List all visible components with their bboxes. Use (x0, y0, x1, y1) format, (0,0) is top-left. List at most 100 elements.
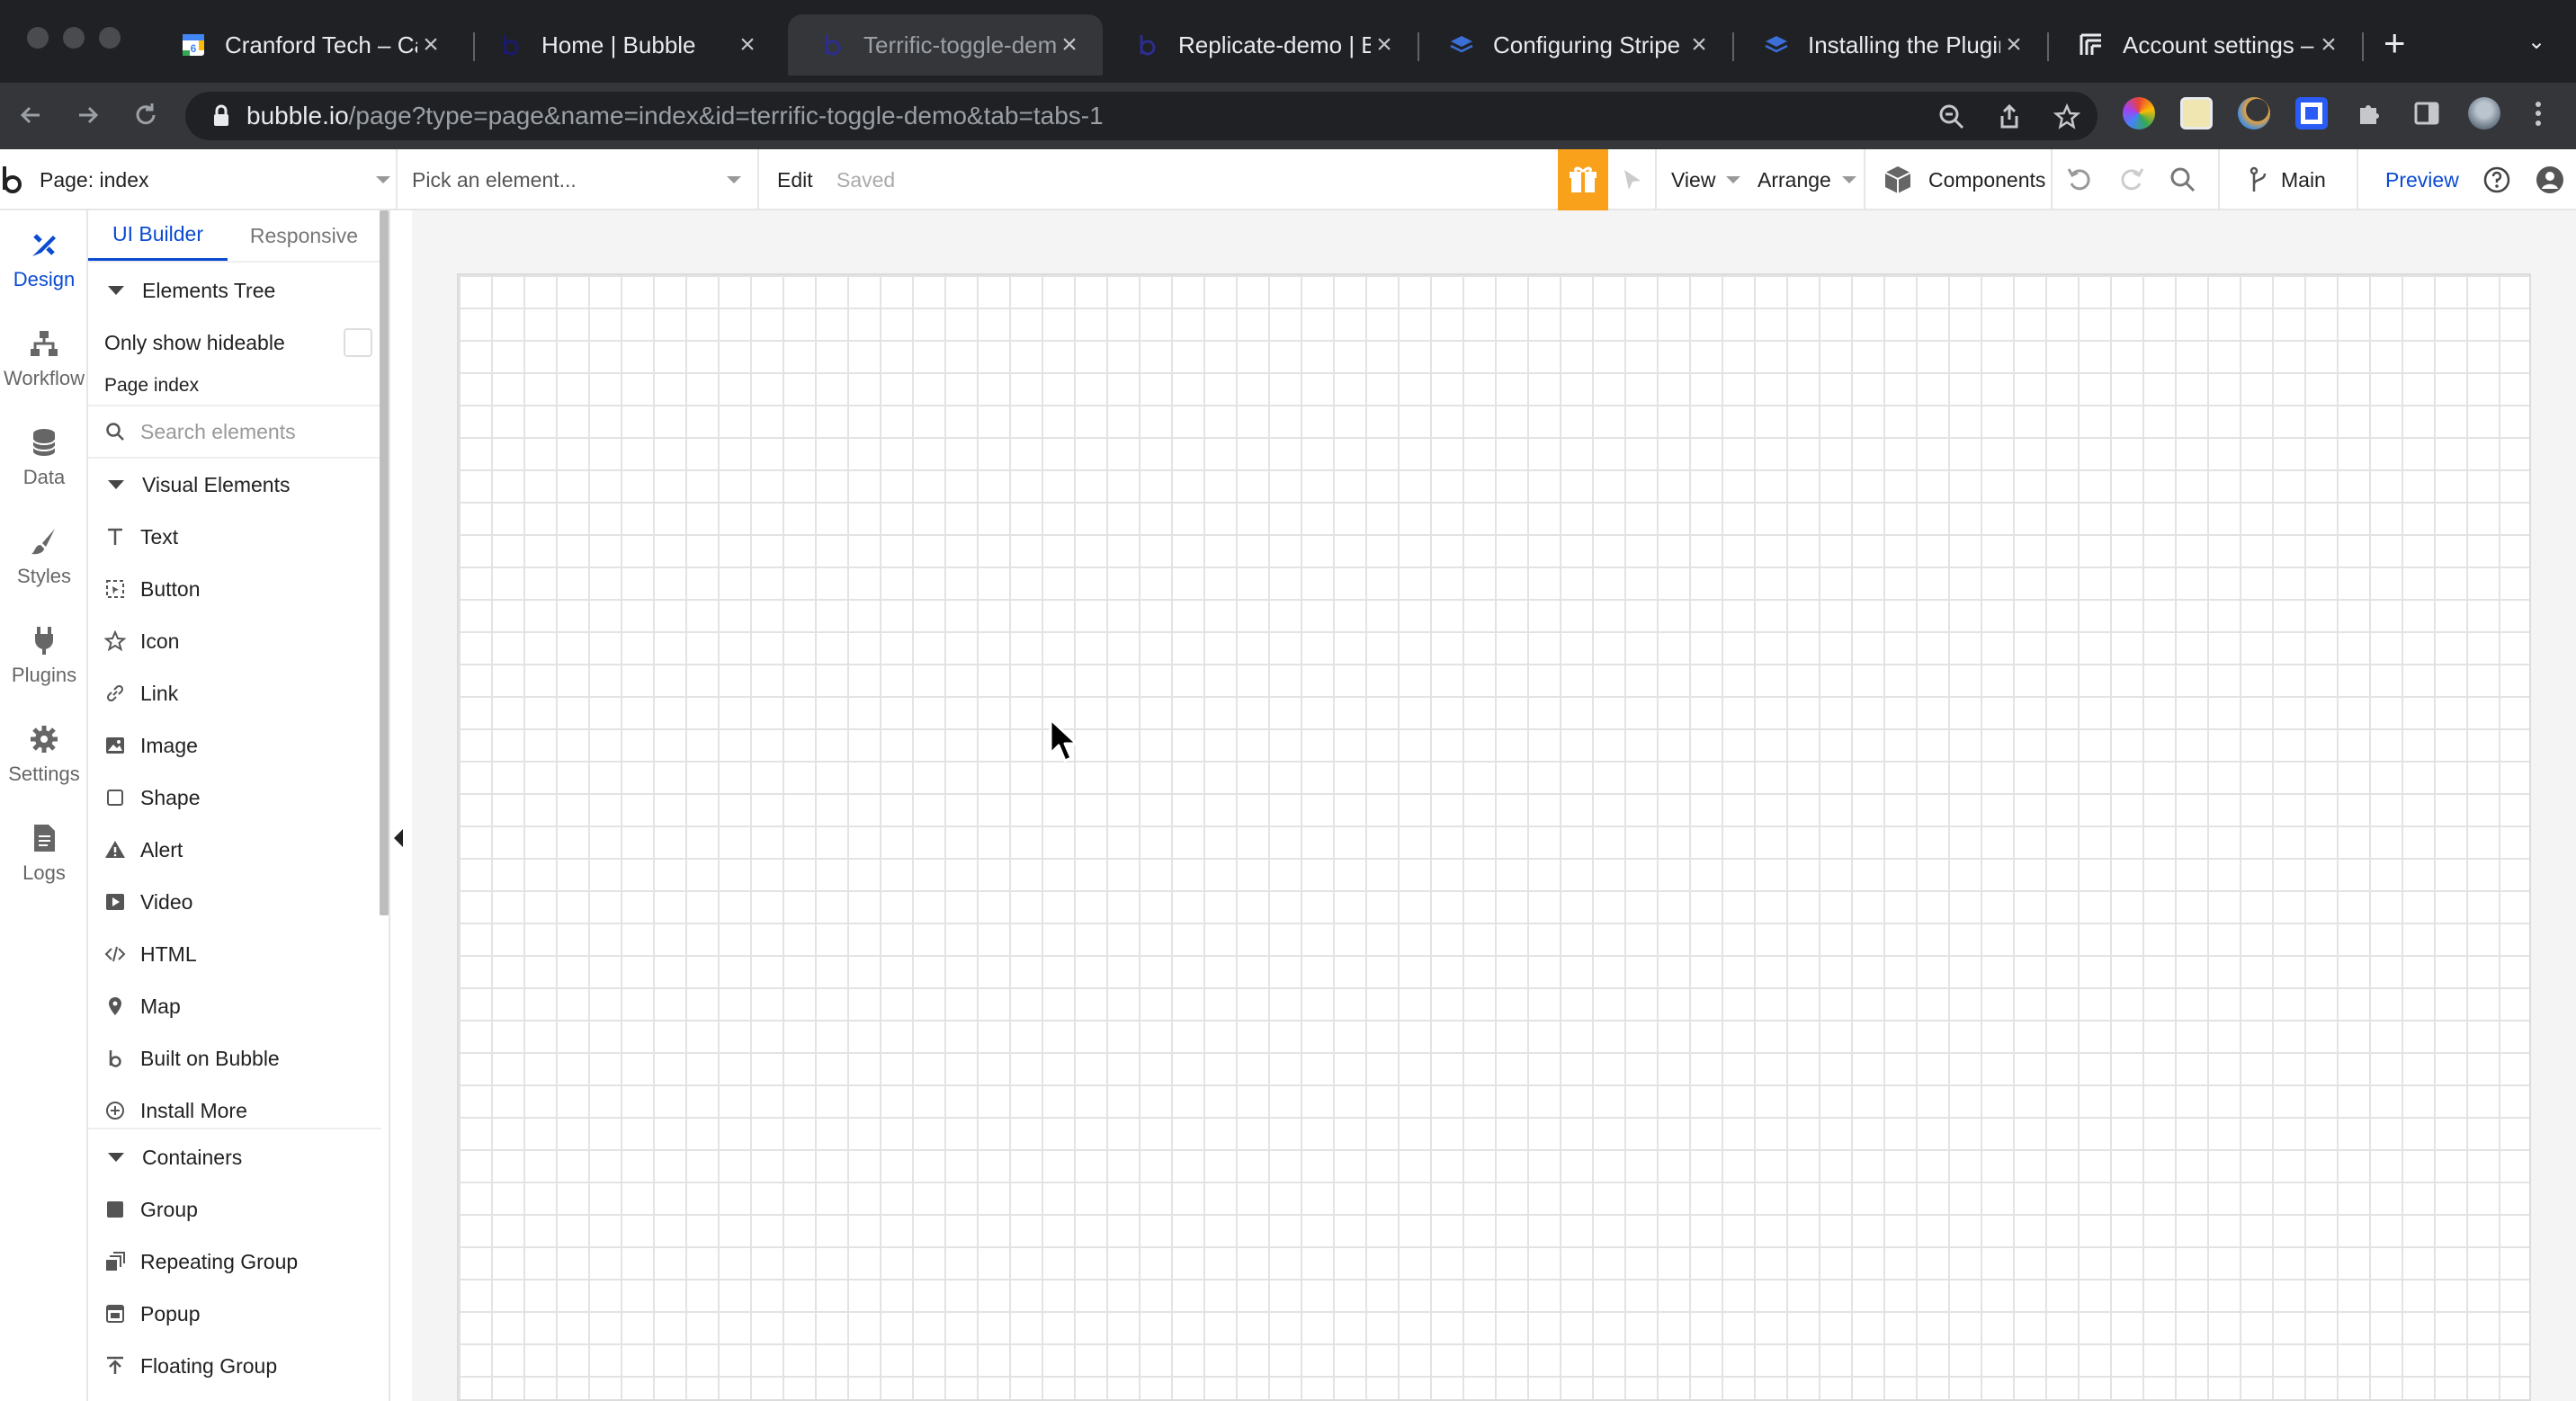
redo-button[interactable] (2117, 149, 2146, 210)
bubble-logo-icon[interactable] (0, 149, 27, 210)
gift-icon (1570, 166, 1597, 192)
tab-responsive[interactable]: Responsive (232, 210, 376, 261)
page-tree-label: Page index (104, 375, 200, 396)
search-button[interactable] (2169, 149, 2196, 210)
containers-section[interactable]: Containers (88, 1131, 381, 1183)
zoom-icon[interactable] (1936, 101, 1968, 133)
element-map[interactable]: Map (88, 980, 381, 1032)
new-tab-button[interactable]: + (2384, 22, 2406, 65)
rail-settings[interactable]: Settings (0, 705, 88, 804)
window-minimize-button[interactable] (63, 27, 85, 49)
element-built-on-bubble[interactable]: Built on Bubble (88, 1032, 381, 1084)
preview-button[interactable]: Preview (2385, 149, 2459, 210)
page-tree-item[interactable]: Page index (88, 365, 381, 406)
side-panel-icon[interactable] (2411, 97, 2443, 129)
components-label: Components (1928, 167, 2046, 192)
element-picker-dropdown[interactable]: Pick an element... (412, 149, 741, 210)
account-icon[interactable] (2535, 149, 2565, 210)
rail-label: Plugins (11, 664, 77, 686)
puzzle-extensions-icon[interactable] (2353, 97, 2385, 129)
bookmark-star-icon[interactable] (2051, 101, 2083, 133)
database-icon (28, 426, 60, 459)
pointer-tool-icon[interactable] (1619, 149, 1646, 210)
divider (1864, 149, 1865, 210)
help-icon[interactable] (2482, 149, 2511, 210)
color-wheel-extension-icon[interactable] (2123, 97, 2155, 129)
only-show-hideable-row: Only show hideable (88, 317, 381, 369)
element-shape[interactable]: Shape (88, 772, 381, 824)
reload-button[interactable] (126, 95, 165, 135)
share-icon[interactable] (1993, 101, 2026, 133)
components-button[interactable]: Components (1882, 149, 2045, 210)
popup-icon (103, 1301, 128, 1326)
bubble-icon (818, 31, 845, 58)
edit-menu[interactable]: Edit (777, 149, 813, 210)
page-canvas[interactable] (457, 273, 2531, 1401)
browser-tab[interactable]: Configuring Stripe / × (1418, 14, 1732, 76)
profile-avatar[interactable] (2468, 97, 2500, 129)
elements-tree-toggle[interactable]: Elements Tree (88, 264, 381, 317)
forward-button[interactable] (68, 95, 108, 135)
chevron-down-icon (1841, 176, 1856, 183)
gift-button[interactable] (1558, 149, 1608, 210)
tab-close-icon[interactable]: × (1371, 30, 1398, 60)
element-video[interactable]: Video (88, 876, 381, 928)
window-maximize-button[interactable] (99, 27, 121, 49)
photo-extension-icon[interactable] (2180, 97, 2213, 129)
undo-button[interactable] (2065, 149, 2094, 210)
browser-tab[interactable]: Account settings – × (2047, 14, 2362, 76)
browser-tab[interactable]: Replicate-demo | Bu × (1103, 14, 1418, 76)
divider (2218, 149, 2220, 210)
panel-scrollbar[interactable] (380, 210, 389, 915)
rail-data[interactable]: Data (0, 408, 88, 507)
only-show-hideable-checkbox[interactable] (344, 328, 372, 357)
browser-tab[interactable]: Installing the Plugin × (1732, 14, 2047, 76)
tab-close-icon[interactable]: × (2000, 30, 2027, 60)
rail-logs[interactable]: Logs (0, 804, 88, 903)
tab-ui-builder[interactable]: UI Builder (88, 210, 228, 261)
element-floating-group[interactable]: Floating Group (88, 1340, 381, 1392)
element-icon[interactable]: Icon (88, 615, 381, 667)
window-close-button[interactable] (27, 27, 49, 49)
element-button[interactable]: Button (88, 563, 381, 615)
rail-design[interactable]: Design (0, 210, 88, 309)
browser-tab[interactable]: 6 Cranford Tech – Ca × (149, 14, 464, 76)
back-button[interactable] (11, 95, 50, 135)
address-bar[interactable]: bubble.io/page?type=page&name=index&id=t… (185, 92, 2097, 140)
tab-close-icon[interactable]: × (2315, 30, 2342, 60)
edit-label: Edit (777, 167, 813, 192)
tab-close-icon[interactable]: × (417, 30, 444, 60)
tab-close-icon[interactable]: × (1056, 30, 1083, 60)
page-select-dropdown[interactable]: Page: index (40, 149, 390, 210)
collapse-panel-icon[interactable] (394, 829, 403, 847)
search-elements-input[interactable]: Search elements (88, 406, 381, 457)
element-text[interactable]: Text (88, 511, 381, 563)
tab-search-chevron-icon[interactable]: ⌄ (2527, 29, 2545, 55)
browser-tab[interactable]: Home | Bubble × (466, 14, 781, 76)
element-group[interactable]: Group (88, 1183, 381, 1236)
tab-close-icon[interactable]: × (1686, 30, 1713, 60)
moon-extension-icon[interactable] (2238, 97, 2270, 129)
arrange-menu[interactable]: Arrange (1758, 149, 1856, 210)
element-repeating-group[interactable]: Repeating Group (88, 1236, 381, 1288)
tab-close-icon[interactable]: × (734, 30, 761, 60)
rail-plugins[interactable]: Plugins (0, 606, 88, 705)
element-html[interactable]: HTML (88, 928, 381, 980)
element-link[interactable]: Link (88, 667, 381, 719)
visual-elements-section[interactable]: Visual Elements (88, 459, 381, 511)
branch-icon (2250, 166, 2267, 192)
rail-workflow[interactable]: Workflow (0, 309, 88, 408)
element-alert[interactable]: Alert (88, 824, 381, 876)
view-menu[interactable]: View (1671, 149, 1741, 210)
rail-styles[interactable]: Styles (0, 507, 88, 606)
browser-tab-active[interactable]: Terrific-toggle-dem × (788, 14, 1103, 76)
workflow-icon (28, 327, 60, 360)
branch-button[interactable]: Main (2249, 149, 2326, 210)
map-pin-icon (103, 994, 128, 1019)
tab-title: Configuring Stripe / (1493, 31, 1686, 58)
element-popup[interactable]: Popup (88, 1288, 381, 1340)
link-icon (103, 681, 128, 706)
element-image[interactable]: Image (88, 719, 381, 772)
square-extension-icon[interactable] (2295, 97, 2328, 129)
browser-menu-icon[interactable] (2529, 97, 2547, 129)
